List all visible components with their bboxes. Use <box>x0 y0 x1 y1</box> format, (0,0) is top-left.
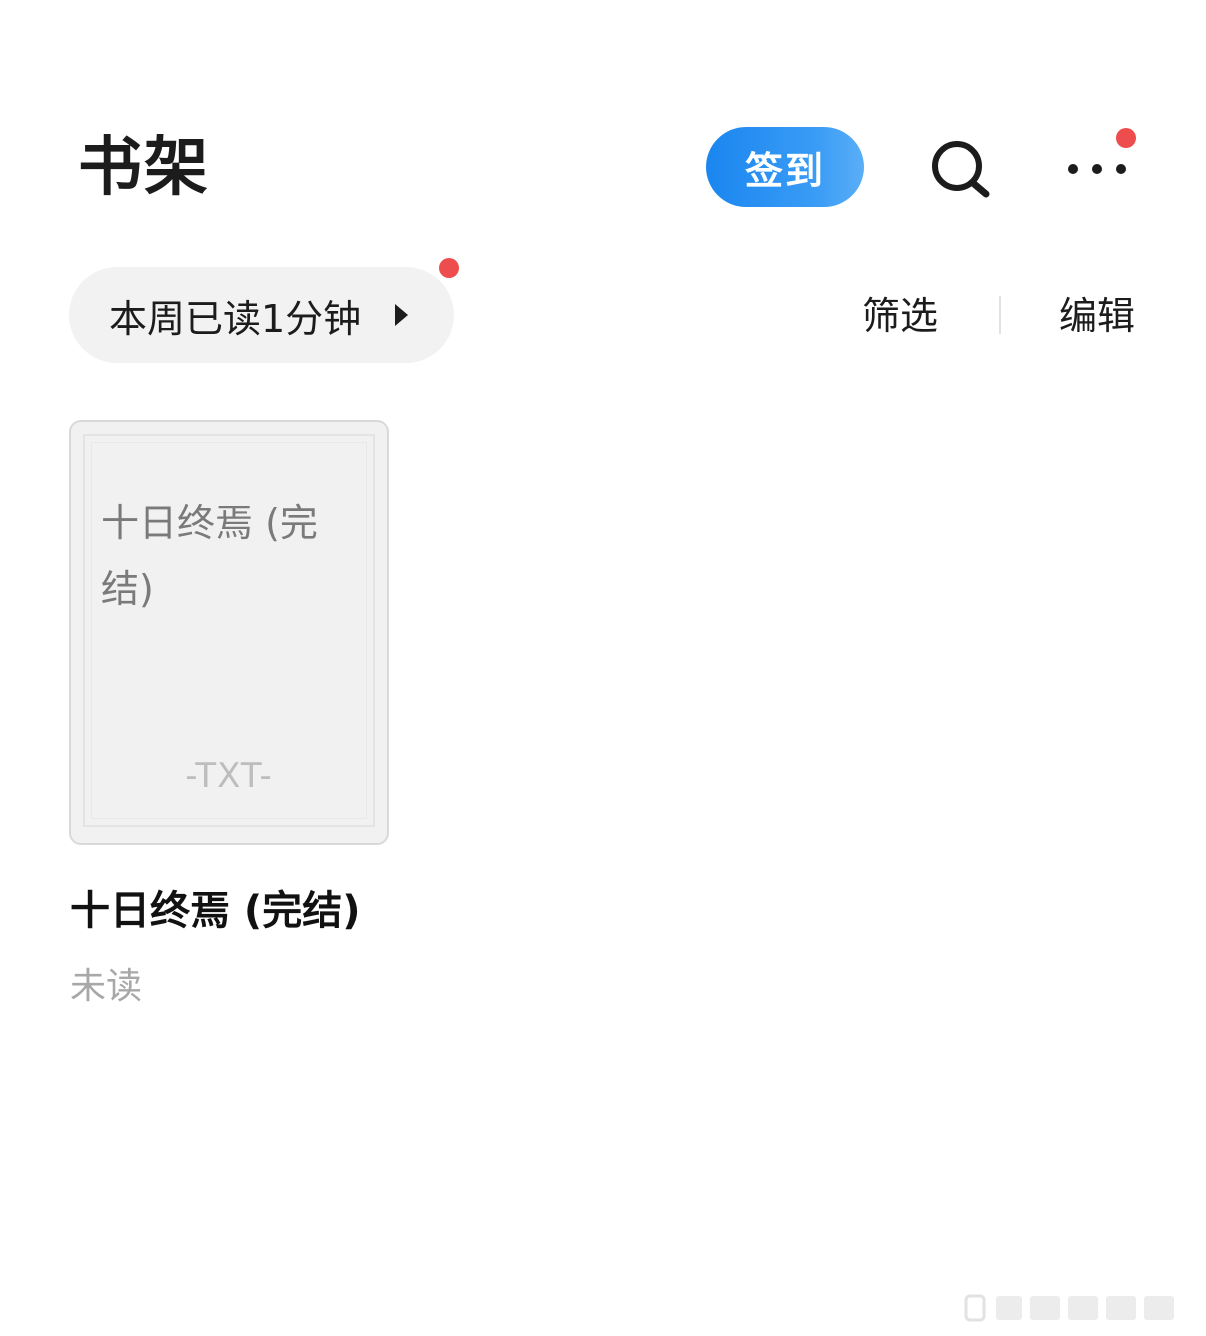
more-button[interactable] <box>1060 128 1136 200</box>
search-icon <box>932 141 990 198</box>
book-cover-format: -TXT- <box>185 756 273 796</box>
weekly-reading-time-button[interactable]: 本周已读1分钟 <box>69 267 454 363</box>
weekly-reading-time-label: 本周已读1分钟 <box>109 296 362 341</box>
filter-button[interactable]: 筛选 <box>862 292 938 340</box>
edit-button[interactable]: 编辑 <box>1059 292 1135 340</box>
page-title: 书架 <box>78 131 210 205</box>
book-cover[interactable]: 十日终焉 (完结) -TXT- <box>69 420 389 845</box>
notification-badge <box>1116 128 1136 148</box>
watermark <box>964 1294 1174 1322</box>
toolbar-divider <box>999 296 1001 334</box>
reading-notification-badge <box>439 258 459 278</box>
book-read-status: 未读 <box>70 966 143 1007</box>
book-cover-title: 十日终焉 (完结) <box>101 501 318 611</box>
more-icon <box>1068 164 1126 174</box>
search-button[interactable] <box>926 136 996 202</box>
chevron-right-icon <box>395 304 408 326</box>
checkin-button[interactable]: 签到 <box>706 127 864 207</box>
book-title[interactable]: 十日终焉 (完结) <box>70 884 361 938</box>
